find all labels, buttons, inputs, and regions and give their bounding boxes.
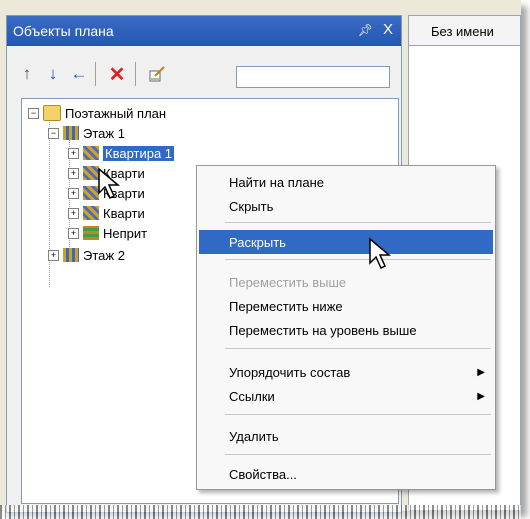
floor-icon [63, 126, 79, 140]
tree-node-apartment-1[interactable]: + Квартира 1 [68, 143, 175, 163]
menu-item-hide[interactable]: Скрыть [199, 194, 493, 218]
menu-item-label: Переместить на уровень выше [229, 322, 417, 338]
apartment-icon [83, 146, 99, 160]
submenu-arrow-icon: ▶ [477, 390, 485, 402]
tree-node-label: Неприт [103, 225, 148, 241]
search-input[interactable] [236, 66, 390, 88]
context-menu: Найти на плане Скрыть Раскрыть Перемести… [196, 165, 496, 490]
tree-node-label: Этаж 1 [83, 125, 125, 141]
menu-item-label: Свойства... [229, 466, 297, 482]
menu-separator [225, 222, 491, 223]
menu-item-move-up: Переместить выше [199, 270, 493, 294]
expand-icon[interactable]: + [48, 249, 59, 261]
folder-icon [43, 105, 61, 121]
menu-item-label: Удалить [229, 428, 279, 444]
panel-toolbar: ↑ ↓ ← ✕ [7, 46, 401, 92]
menu-item-find-on-plan[interactable]: Найти на плане [199, 170, 493, 194]
panel-title-bar: Объекты плана 📌︎ X [7, 16, 401, 46]
toolbar-separator [95, 62, 96, 86]
hand-cursor-icon [369, 237, 392, 270]
collapse-icon[interactable]: − [28, 107, 39, 119]
menu-item-move-down[interactable]: Переместить ниже [199, 294, 493, 318]
tree-node-label: Кварти [103, 205, 145, 221]
menu-item-delete[interactable]: Удалить [199, 424, 493, 448]
tree-node-label: Этаж 2 [83, 247, 125, 263]
pointer-cursor-icon [98, 167, 121, 200]
document-tab[interactable]: Без имени [408, 15, 521, 45]
tree-node-label: Квартира 1 [103, 145, 175, 161]
tree-node-label: Поэтажный план [65, 105, 167, 121]
menu-separator [225, 348, 491, 349]
menu-item-label: Упорядочить состав [229, 364, 351, 380]
expand-icon[interactable]: + [68, 187, 79, 199]
toolbar-separator [135, 62, 136, 86]
menu-item-links[interactable]: Ссылки ▶ [199, 384, 493, 408]
collapse-icon[interactable]: − [48, 127, 59, 139]
close-icon[interactable]: X [383, 21, 393, 38]
expand-icon[interactable]: + [68, 207, 79, 219]
expand-icon[interactable]: + [68, 227, 79, 239]
menu-item-label: Раскрыть [229, 234, 286, 250]
menu-item-label: Переместить ниже [229, 298, 343, 314]
submenu-arrow-icon: ▶ [477, 366, 485, 378]
menu-item-expand[interactable]: Раскрыть [199, 230, 493, 254]
panel-title: Объекты плана [13, 23, 114, 39]
document-tab-label: Без имени [431, 24, 494, 39]
tree-node-apartment[interactable]: + Кварти [68, 203, 145, 223]
menu-item-label: Скрыть [229, 198, 274, 214]
menu-item-move-level-up[interactable]: Переместить на уровень выше [199, 318, 493, 342]
tree-node-floor2[interactable]: + Этаж 2 [48, 245, 125, 265]
delete-icon[interactable]: ✕ [107, 64, 127, 86]
apartment-icon [83, 206, 99, 220]
expand-icon[interactable]: + [68, 167, 79, 179]
menu-item-label: Найти на плане [229, 174, 324, 190]
menu-item-label: Ссылки [229, 388, 275, 404]
menu-item-sort-contents[interactable]: Упорядочить состав ▶ [199, 360, 493, 384]
floor-icon [63, 248, 79, 262]
menu-item-properties[interactable]: Свойства... [199, 462, 493, 486]
room-icon [83, 226, 99, 240]
move-left-icon[interactable]: ← [69, 64, 89, 84]
tree-node-root[interactable]: − Поэтажный план [28, 103, 166, 123]
properties-icon[interactable] [147, 64, 167, 84]
menu-separator [225, 414, 491, 415]
menu-item-label: Переместить выше [229, 274, 347, 290]
status-strip [0, 505, 521, 519]
menu-separator [225, 454, 491, 455]
tree-node-non-residential[interactable]: + Неприт [68, 223, 147, 243]
move-up-icon[interactable]: ↑ [17, 64, 37, 84]
pin-icon[interactable]: 📌︎ [358, 23, 373, 37]
menu-separator [225, 259, 491, 260]
tree-node-floor1[interactable]: − Этаж 1 [48, 123, 125, 143]
move-down-icon[interactable]: ↓ [43, 64, 63, 84]
expand-icon[interactable]: + [68, 147, 79, 159]
